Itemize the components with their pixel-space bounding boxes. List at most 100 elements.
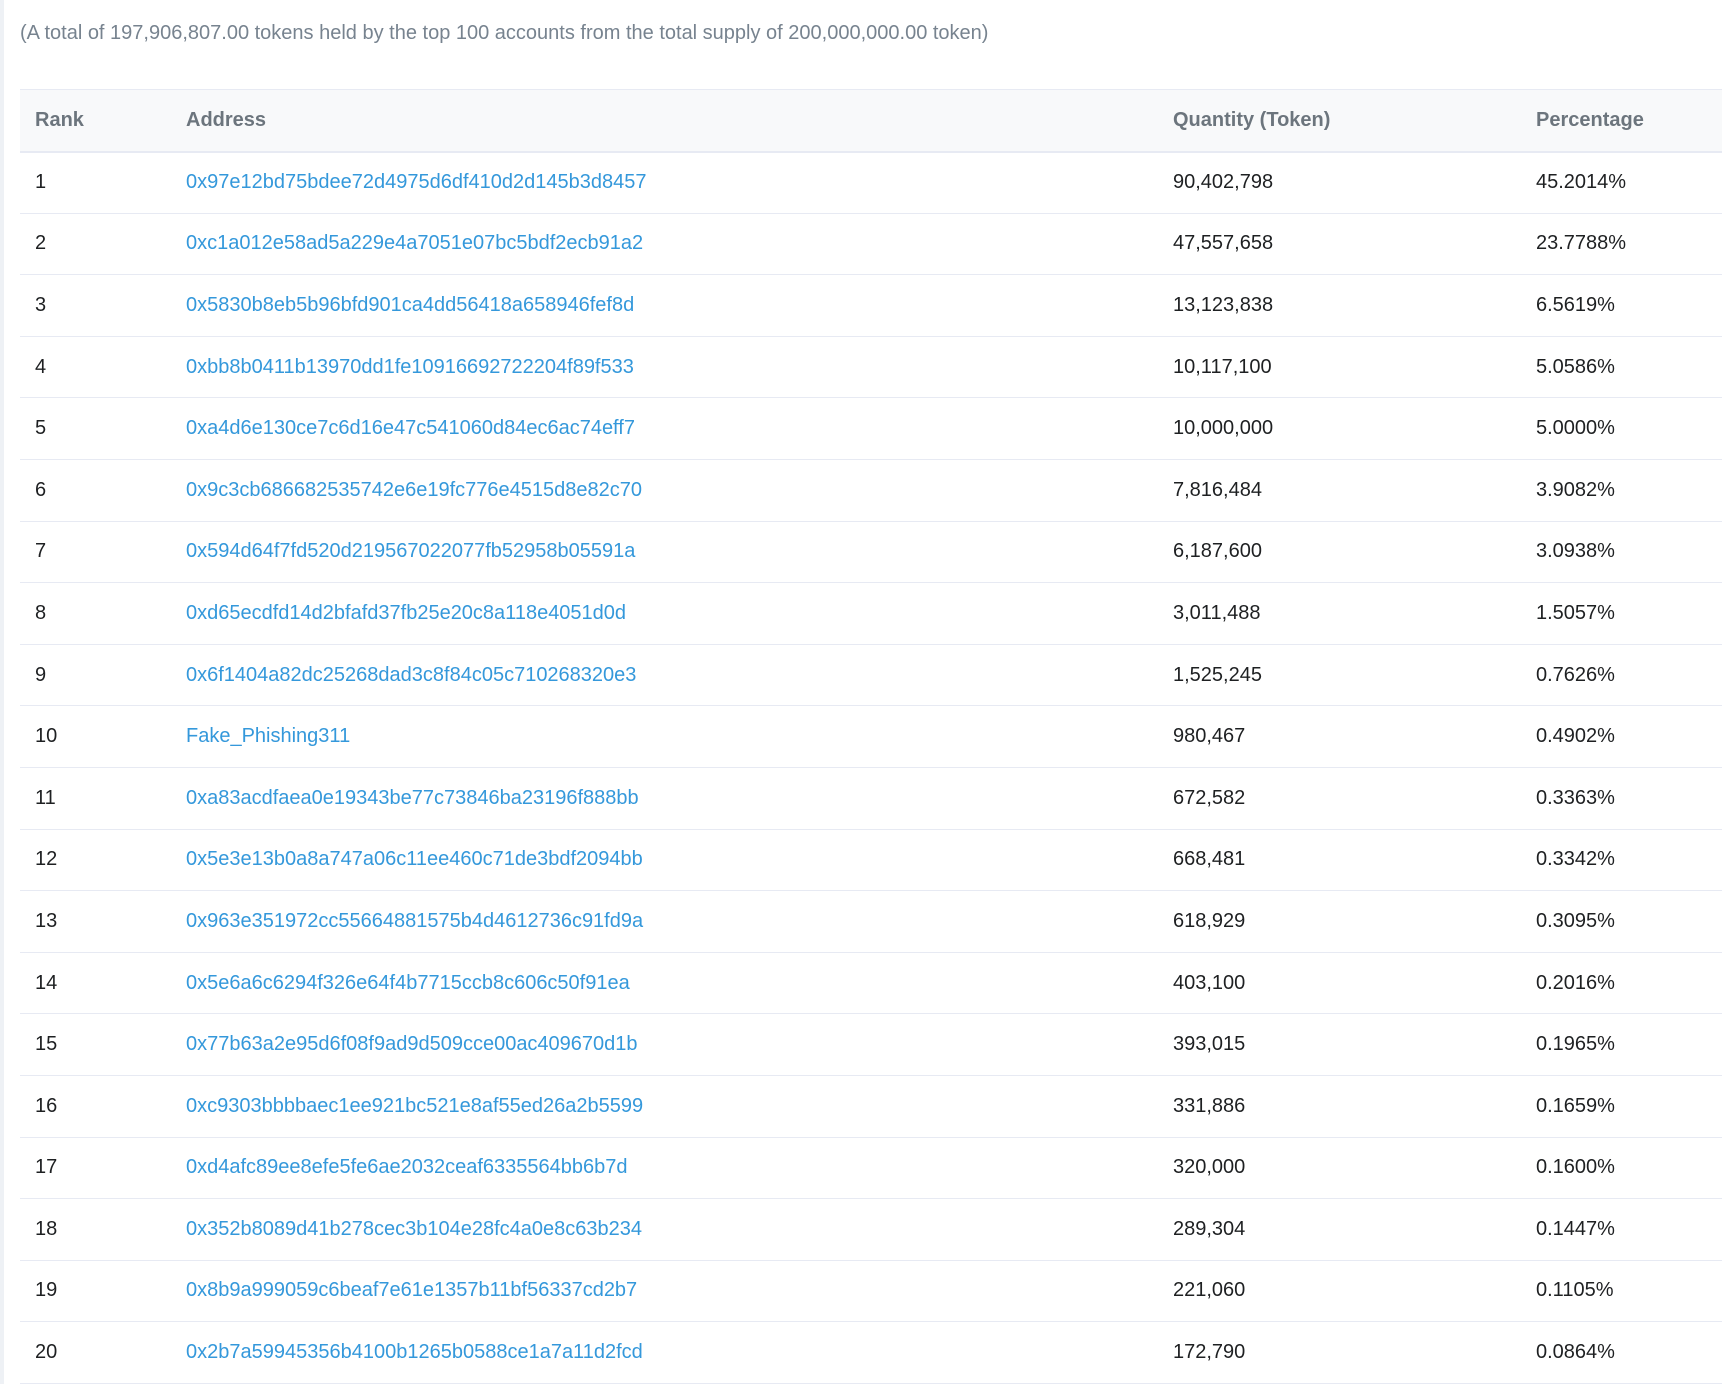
column-header-address: Address — [171, 89, 1158, 153]
percentage-cell: 1.5057% — [1521, 582, 1722, 645]
percentage-cell: 0.1105% — [1521, 1260, 1722, 1323]
address-link[interactable]: 0x352b8089d41b278cec3b104e28fc4a0e8c63b2… — [186, 1218, 642, 1240]
table-row: 20 0x2b7a59945356b4100b1265b0588ce1a7a11d… — [20, 1321, 1722, 1384]
rank-cell: 13 — [20, 890, 171, 953]
quantity-cell: 289,304 — [1158, 1198, 1521, 1261]
address-link[interactable]: 0x2b7a59945356b4100b1265b0588ce1a7a11d2f… — [186, 1341, 643, 1363]
address-link[interactable]: 0x5e6a6c6294f326e64f4b7715ccb8c606c50f91… — [186, 972, 630, 994]
table-row: 3 0x5830b8eb5b96bfd901ca4dd56418a658946fe… — [20, 274, 1722, 337]
quantity-cell: 47,557,658 — [1158, 213, 1521, 276]
quantity-cell: 10,117,100 — [1158, 336, 1521, 399]
address-link[interactable]: 0xa4d6e130ce7c6d16e47c541060d84ec6ac74ef… — [186, 417, 635, 439]
quantity-cell: 320,000 — [1158, 1137, 1521, 1200]
quantity-cell: 3,011,488 — [1158, 582, 1521, 645]
address-cell: 0xa4d6e130ce7c6d16e47c541060d84ec6ac74ef… — [171, 397, 1158, 460]
rank-cell: 8 — [20, 582, 171, 645]
table-row: 5 0xa4d6e130ce7c6d16e47c541060d84ec6ac74e… — [20, 397, 1722, 460]
table-row: 4 0xbb8b0411b13970dd1fe10916692722204f89f… — [20, 336, 1722, 399]
quantity-cell: 672,582 — [1158, 767, 1521, 830]
address-link[interactable]: 0xa83acdfaea0e19343be77c73846ba23196f888… — [186, 787, 639, 809]
left-border — [0, 0, 4, 1384]
quantity-cell: 980,467 — [1158, 705, 1521, 768]
rank-cell: 9 — [20, 644, 171, 707]
address-link[interactable]: 0xc9303bbbbaec1ee921bc521e8af55ed26a2b55… — [186, 1095, 643, 1117]
table-body: 1 0x97e12bd75bdee72d4975d6df410d2d145b3d8… — [20, 151, 1722, 1384]
quantity-cell: 403,100 — [1158, 952, 1521, 1015]
rank-cell: 18 — [20, 1198, 171, 1261]
rank-cell: 4 — [20, 336, 171, 399]
percentage-cell: 3.0938% — [1521, 521, 1722, 584]
address-cell: 0x5e6a6c6294f326e64f4b7715ccb8c606c50f91… — [171, 952, 1158, 1015]
address-link[interactable]: 0x8b9a999059c6beaf7e61e1357b11bf56337cd2… — [186, 1279, 637, 1301]
address-link[interactable]: 0x77b63a2e95d6f08f9ad9d509cce00ac409670d… — [186, 1033, 638, 1055]
quantity-cell: 90,402,798 — [1158, 151, 1521, 214]
address-link[interactable]: 0x97e12bd75bdee72d4975d6df410d2d145b3d84… — [186, 171, 646, 193]
percentage-cell: 0.2016% — [1521, 952, 1722, 1015]
address-cell: 0xc1a012e58ad5a229e4a7051e07bc5bdf2ecb91… — [171, 213, 1158, 276]
rank-cell: 17 — [20, 1137, 171, 1200]
address-link[interactable]: 0xc1a012e58ad5a229e4a7051e07bc5bdf2ecb91… — [186, 232, 643, 254]
address-link[interactable]: 0xbb8b0411b13970dd1fe10916692722204f89f5… — [186, 356, 634, 378]
address-cell: 0x594d64f7fd520d219567022077fb52958b0559… — [171, 521, 1158, 584]
percentage-cell: 0.7626% — [1521, 644, 1722, 707]
percentage-cell: 0.3342% — [1521, 829, 1722, 892]
rank-cell: 2 — [20, 213, 171, 276]
address-link[interactable]: 0x9c3cb686682535742e6e19fc776e4515d8e82c… — [186, 479, 642, 501]
rank-cell: 3 — [20, 274, 171, 337]
rank-cell: 6 — [20, 459, 171, 522]
rank-cell: 14 — [20, 952, 171, 1015]
percentage-cell: 0.3095% — [1521, 890, 1722, 953]
quantity-cell: 618,929 — [1158, 890, 1521, 953]
rank-cell: 19 — [20, 1260, 171, 1323]
address-cell: 0x8b9a999059c6beaf7e61e1357b11bf56337cd2… — [171, 1260, 1158, 1323]
address-cell: 0x2b7a59945356b4100b1265b0588ce1a7a11d2f… — [171, 1321, 1158, 1384]
address-cell: 0x77b63a2e95d6f08f9ad9d509cce00ac409670d… — [171, 1013, 1158, 1076]
address-cell: 0x352b8089d41b278cec3b104e28fc4a0e8c63b2… — [171, 1198, 1158, 1261]
address-cell: 0xd65ecdfd14d2bfafd37fb25e20c8a118e4051d… — [171, 582, 1158, 645]
address-cell: 0xd4afc89ee8efe5fe6ae2032ceaf6335564bb6b… — [171, 1137, 1158, 1200]
percentage-cell: 0.1965% — [1521, 1013, 1722, 1076]
table-row: 9 0x6f1404a82dc25268dad3c8f84c05c71026832… — [20, 644, 1722, 707]
address-link[interactable]: 0x5830b8eb5b96bfd901ca4dd56418a658946fef… — [186, 294, 634, 316]
address-link[interactable]: 0x963e351972cc55664881575b4d4612736c91fd… — [186, 910, 643, 932]
address-cell: 0x5830b8eb5b96bfd901ca4dd56418a658946fef… — [171, 274, 1158, 337]
table-row: 7 0x594d64f7fd520d219567022077fb52958b055… — [20, 521, 1722, 584]
quantity-cell: 7,816,484 — [1158, 459, 1521, 522]
address-link[interactable]: Fake_Phishing311 — [186, 725, 350, 747]
percentage-cell: 0.1447% — [1521, 1198, 1722, 1261]
quantity-cell: 331,886 — [1158, 1075, 1521, 1138]
column-header-rank: Rank — [20, 89, 171, 153]
address-link[interactable]: 0x6f1404a82dc25268dad3c8f84c05c710268320… — [186, 664, 636, 686]
address-cell: 0xa83acdfaea0e19343be77c73846ba23196f888… — [171, 767, 1158, 830]
table-row: 19 0x8b9a999059c6beaf7e61e1357b11bf56337c… — [20, 1260, 1722, 1323]
address-link[interactable]: 0x5e3e13b0a8a747a06c11ee460c71de3bdf2094… — [186, 848, 643, 870]
percentage-cell: 0.0864% — [1521, 1321, 1722, 1384]
table-row: 13 0x963e351972cc55664881575b4d4612736c91… — [20, 890, 1722, 953]
table-row: 2 0xc1a012e58ad5a229e4a7051e07bc5bdf2ecb9… — [20, 213, 1722, 276]
token-holders-table: Rank Address Quantity (Token) Percentage… — [20, 89, 1722, 1384]
column-header-quantity: Quantity (Token) — [1158, 89, 1521, 153]
header-row: Rank Address Quantity (Token) Percentage — [20, 89, 1722, 153]
table-row: 16 0xc9303bbbbaec1ee921bc521e8af55ed26a2b… — [20, 1075, 1722, 1138]
holders-summary: (A total of 197,906,807.00 tokens held b… — [20, 22, 989, 44]
percentage-cell: 23.7788% — [1521, 213, 1722, 276]
table-row: 6 0x9c3cb686682535742e6e19fc776e4515d8e82… — [20, 459, 1722, 522]
rank-cell: 10 — [20, 705, 171, 768]
rank-cell: 1 — [20, 151, 171, 214]
quantity-cell: 10,000,000 — [1158, 397, 1521, 460]
percentage-cell: 0.1659% — [1521, 1075, 1722, 1138]
rank-cell: 11 — [20, 767, 171, 830]
address-cell: Fake_Phishing311 — [171, 705, 1158, 768]
table-row: 1 0x97e12bd75bdee72d4975d6df410d2d145b3d8… — [20, 151, 1722, 214]
quantity-cell: 13,123,838 — [1158, 274, 1521, 337]
percentage-cell: 0.3363% — [1521, 767, 1722, 830]
percentage-cell: 6.5619% — [1521, 274, 1722, 337]
address-link[interactable]: 0xd4afc89ee8efe5fe6ae2032ceaf6335564bb6b… — [186, 1156, 628, 1178]
quantity-cell: 1,525,245 — [1158, 644, 1521, 707]
address-cell: 0x6f1404a82dc25268dad3c8f84c05c710268320… — [171, 644, 1158, 707]
address-link[interactable]: 0x594d64f7fd520d219567022077fb52958b0559… — [186, 540, 635, 562]
rank-cell: 20 — [20, 1321, 171, 1384]
quantity-cell: 393,015 — [1158, 1013, 1521, 1076]
table-header: Rank Address Quantity (Token) Percentage — [20, 89, 1722, 153]
address-link[interactable]: 0xd65ecdfd14d2bfafd37fb25e20c8a118e4051d… — [186, 602, 626, 624]
